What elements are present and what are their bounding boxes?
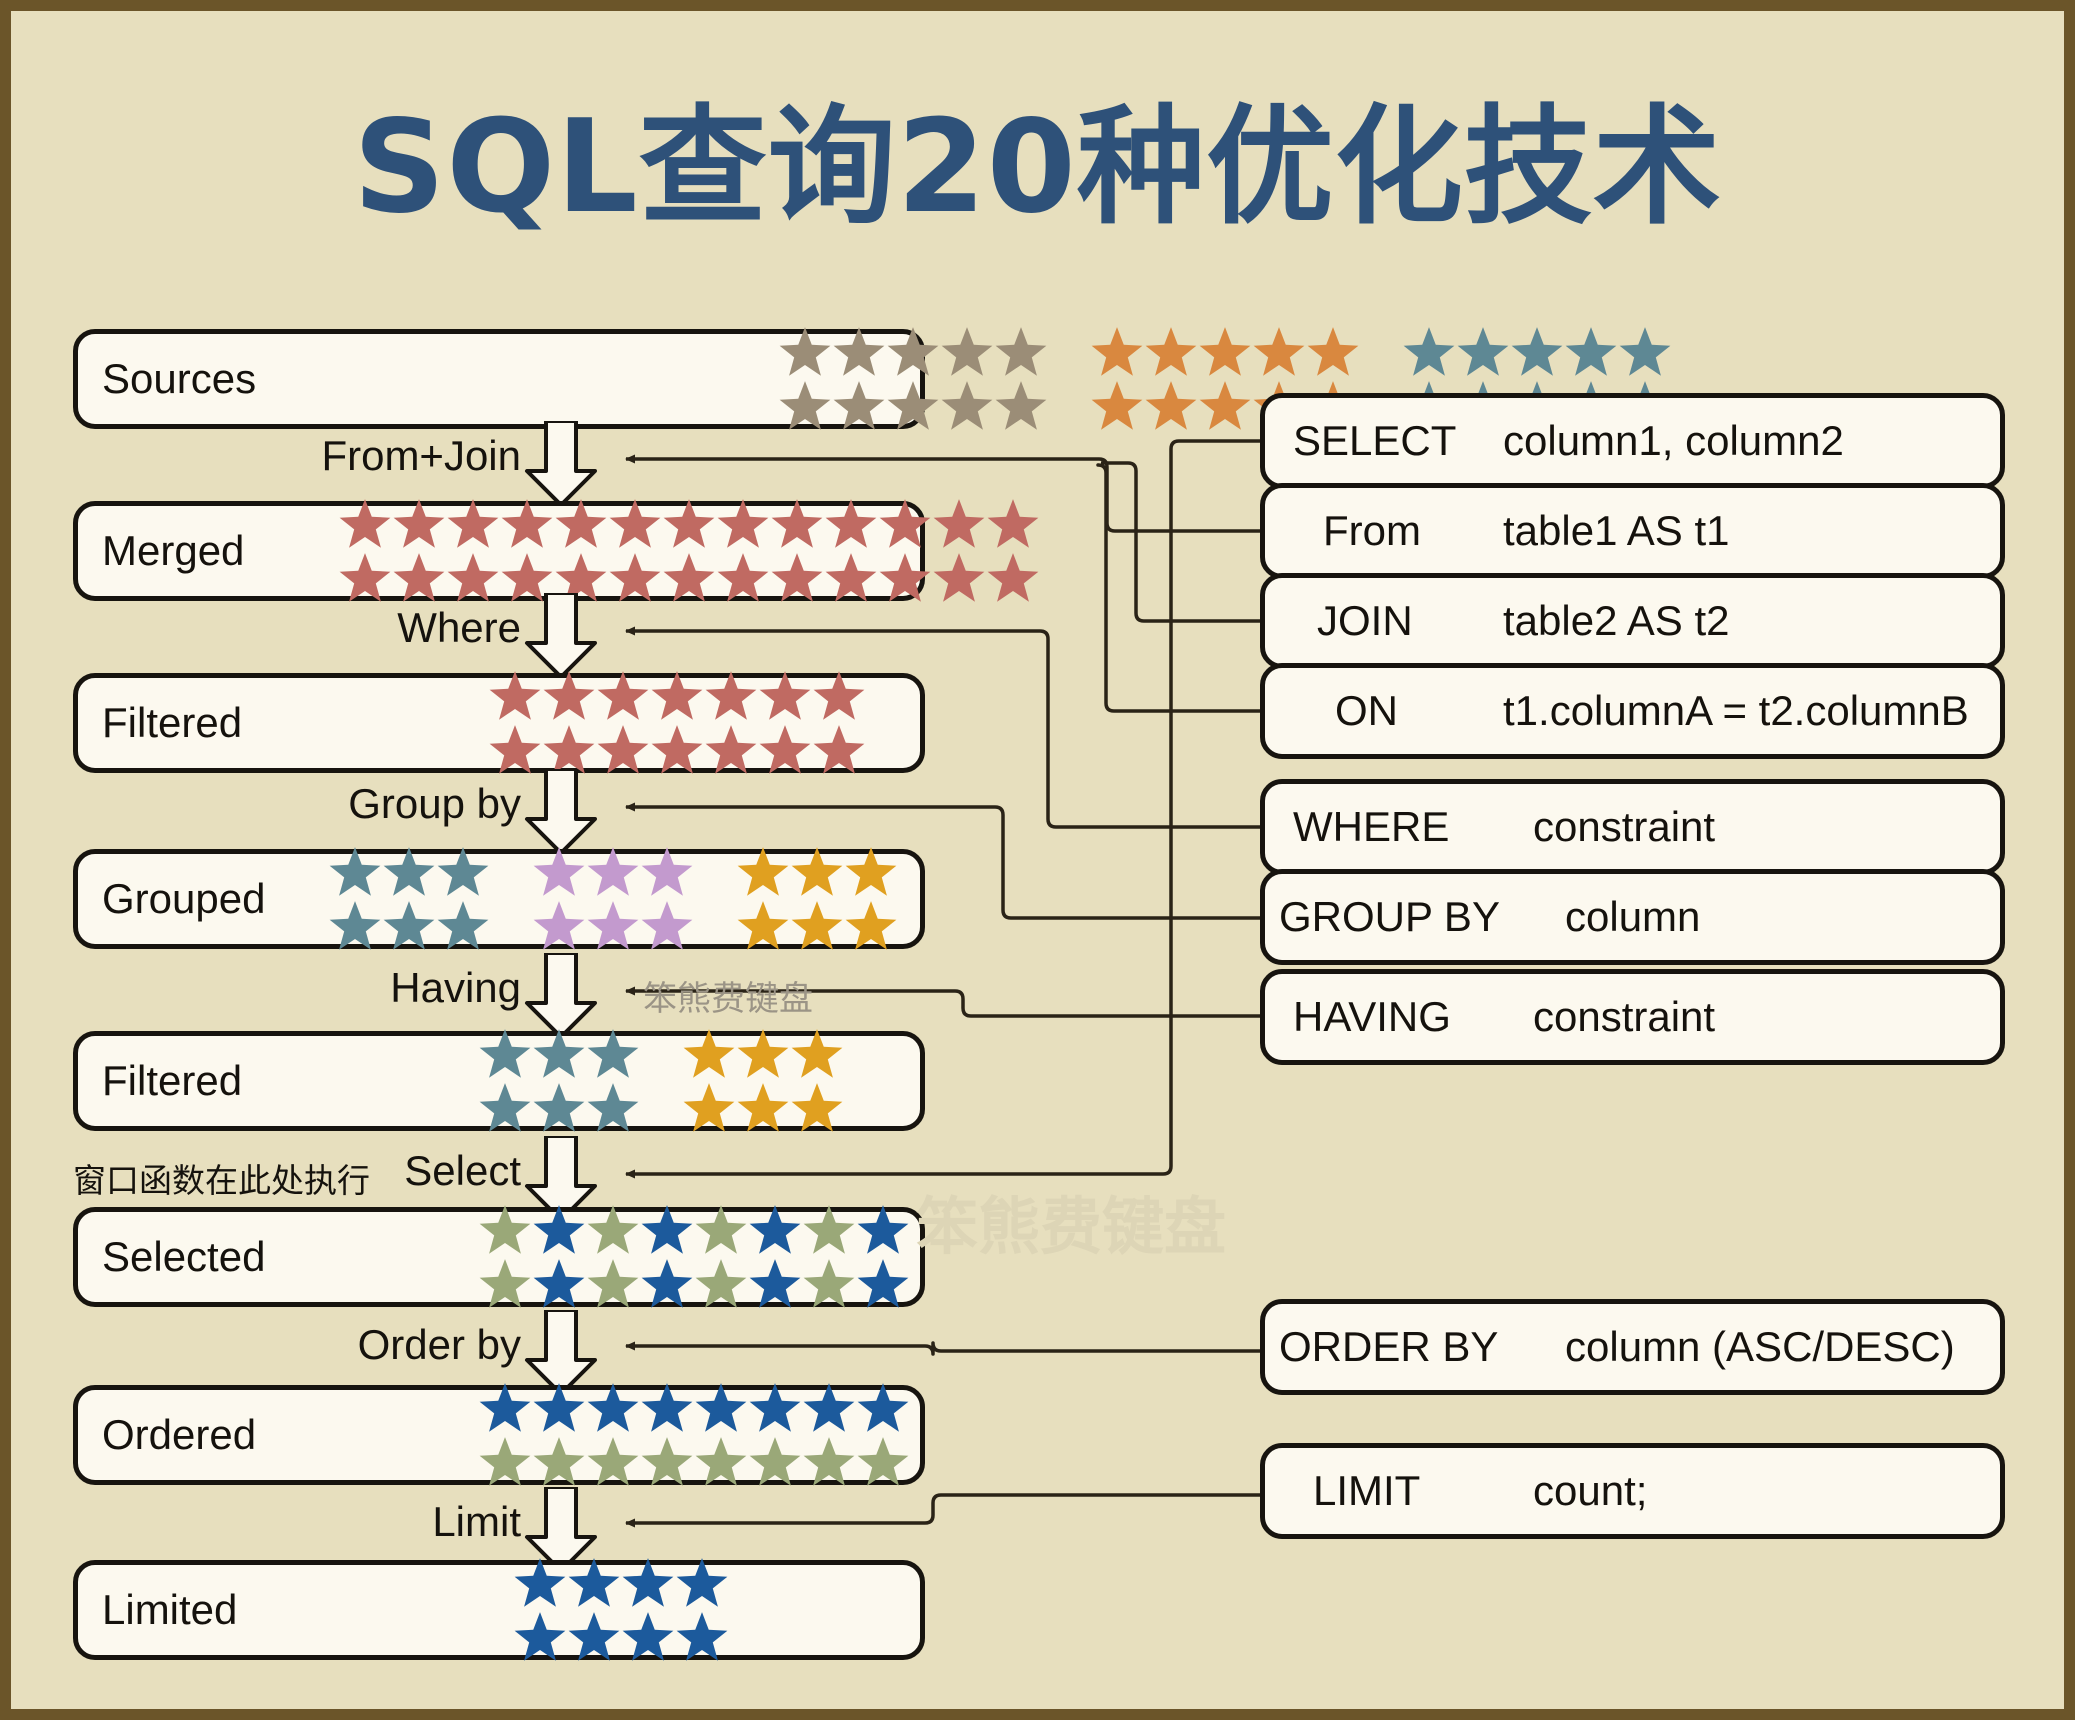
star-group: [778, 325, 1048, 433]
down-arrow-from-join: [524, 419, 598, 507]
stage-label-limited: Limited: [102, 1586, 238, 1633]
diagram-canvas: SQL查询20种优化技术 Sources From+Join Merged Wh…: [11, 11, 2064, 1709]
op-label-limit: Limit: [432, 1498, 521, 1545]
sql-clause-where: WHERE constraint: [1260, 779, 2005, 875]
stage-box-filtered-where: Filtered: [73, 671, 925, 774]
star-group: [478, 1381, 910, 1489]
stage-label-selected: Selected: [102, 1233, 266, 1280]
sql-keyword-group-by: GROUP BY: [1279, 893, 1500, 940]
op-label-where: Where: [397, 604, 521, 651]
stage-box-filtered-having: Filtered: [73, 1029, 925, 1132]
star-group: [338, 497, 1040, 605]
stage-stars-selected: [478, 1203, 910, 1311]
down-arrow-where: [524, 591, 598, 679]
star-group: [586, 1203, 640, 1311]
stage-stars-grouped: [328, 845, 898, 953]
star-group: [694, 1203, 748, 1311]
star-group: [513, 1556, 729, 1664]
sql-keyword-having: HAVING: [1293, 993, 1451, 1040]
op-label-having: Having: [390, 964, 521, 1011]
stage-box-sources: Sources: [73, 327, 1671, 430]
sql-keyword-order-by: ORDER BY: [1279, 1323, 1499, 1370]
star-group: [488, 669, 866, 777]
page-title: SQL查询20种优化技术: [353, 93, 1722, 242]
sql-argument-join: table2 AS t2: [1503, 597, 1730, 644]
sql-clause-from: From table1 AS t1: [1260, 483, 2005, 579]
stage-stars-merged: [338, 497, 1040, 605]
sql-argument-on: t1.columnA = t2.columnB: [1503, 687, 1969, 734]
stage-box-ordered: Ordered: [73, 1383, 925, 1486]
sql-keyword-join: JOIN: [1317, 597, 1413, 644]
stage-box-selected: Selected: [73, 1205, 925, 1308]
sql-keyword-limit: LIMIT: [1313, 1467, 1421, 1514]
sql-clause-select: SELECT column1, column2: [1260, 393, 2005, 489]
stage-box-merged: Merged: [73, 499, 1039, 602]
down-arrow-group-by: [524, 767, 598, 855]
sql-keyword-from: From: [1323, 507, 1421, 554]
sql-clause-join: JOIN table2 AS t2: [1260, 573, 2005, 669]
sql-keyword-on: ON: [1335, 687, 1398, 734]
stage-label-merged: Merged: [102, 527, 245, 574]
op-label-order-by: Order by: [357, 1321, 521, 1368]
sql-argument-from: table1 AS t1: [1503, 507, 1730, 554]
sql-keyword-select: SELECT: [1293, 417, 1457, 464]
sql-argument-having: constraint: [1533, 993, 1716, 1040]
sql-argument-where: constraint: [1533, 803, 1716, 850]
stage-box-limited: Limited: [73, 1558, 925, 1661]
sql-argument-limit: count;: [1533, 1467, 1648, 1514]
watermark-small: 笨熊费键盘: [643, 979, 813, 1019]
star-group: [532, 1203, 586, 1311]
star-group: [640, 1203, 694, 1311]
stage-stars-filtered-having: [478, 1027, 844, 1135]
sql-clause-order-by: ORDER BY column (ASC/DESC): [1260, 1299, 2005, 1395]
sql-keyword-where: WHERE: [1293, 803, 1450, 850]
sql-clause-having: HAVING constraint: [1260, 969, 2005, 1065]
stage-label-grouped: Grouped: [102, 875, 266, 922]
stage-stars-ordered: [478, 1381, 910, 1489]
stage-label-filtered-having: Filtered: [102, 1057, 243, 1104]
stage-label-ordered: Ordered: [102, 1411, 257, 1458]
stage-stars-filtered-where: [488, 669, 866, 777]
stage-label-sources: Sources: [102, 355, 257, 402]
star-group: [478, 1203, 532, 1311]
sql-argument-group-by: column: [1565, 893, 1701, 940]
star-group: [532, 845, 694, 953]
star-group: [802, 1203, 856, 1311]
sql-argument-select: column1, column2: [1503, 417, 1844, 464]
star-group: [856, 1203, 910, 1311]
watermark-large: 笨熊费键盘: [916, 1190, 1227, 1263]
star-group: [328, 845, 490, 953]
star-group: [478, 1027, 640, 1135]
op-label-select: Select: [404, 1147, 521, 1194]
op-label-from-join: From+Join: [321, 432, 521, 479]
stage-label-filtered-where: Filtered: [102, 699, 243, 746]
sql-clause-on: ON t1.columnA = t2.columnB: [1260, 663, 2005, 759]
sql-argument-order-by: column (ASC/DESC): [1565, 1323, 1955, 1370]
op-label-group-by: Group by: [348, 780, 521, 827]
star-group: [736, 845, 898, 953]
star-group: [748, 1203, 802, 1311]
stage-box-grouped: Grouped: [73, 847, 925, 950]
stage-stars-limited: [513, 1556, 729, 1664]
sql-clause-limit: LIMIT count;: [1260, 1443, 2005, 1539]
star-group: [682, 1027, 844, 1135]
sql-clause-group-by: GROUP BY column: [1260, 869, 2005, 965]
